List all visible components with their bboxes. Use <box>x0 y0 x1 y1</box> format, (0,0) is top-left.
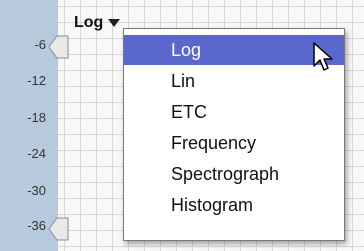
scale-label: -12 <box>27 73 46 88</box>
dropdown-caret-icon <box>108 19 121 27</box>
menu-item-spectrograph[interactable]: Spectrograph <box>124 159 344 189</box>
scale-label: -18 <box>27 110 46 125</box>
mouse-pointer-icon <box>313 42 333 71</box>
menu-item-histogram[interactable]: Histogram <box>124 190 344 220</box>
scale-label: -6 <box>34 37 46 52</box>
menu-item-etc[interactable]: ETC <box>124 97 344 127</box>
scale-label: -30 <box>27 183 46 198</box>
menu-item-frequency[interactable]: Frequency <box>124 128 344 158</box>
scale-type-value: Log <box>74 14 104 31</box>
scale-type-dropdown[interactable]: Log <box>74 13 121 33</box>
scale-label: -24 <box>27 146 46 161</box>
menu-item-log[interactable]: Log <box>124 35 344 65</box>
scale-label: -36 <box>27 218 46 233</box>
menu-item-lin[interactable]: Lin <box>124 66 344 96</box>
slider-thumb-icon[interactable] <box>48 217 70 241</box>
slider-thumb-icon[interactable] <box>48 35 70 59</box>
